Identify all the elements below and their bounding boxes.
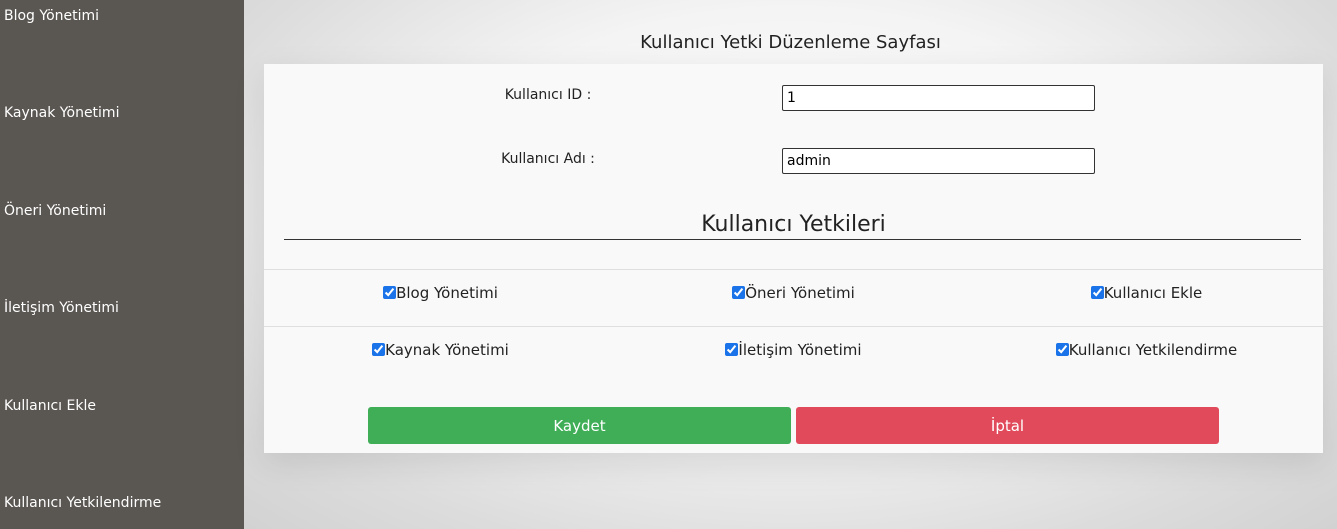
user-name-label: Kullanıcı Adı :	[501, 151, 595, 167]
permission-resource-management[interactable]: Kaynak Yönetimi	[264, 341, 617, 359]
sidebar-item-add-user[interactable]: Kullanıcı Ekle	[4, 398, 96, 414]
permission-label: İletişim Yönetimi	[738, 341, 862, 359]
permission-blog-management-checkbox[interactable]	[383, 286, 397, 299]
permission-label: Kaynak Yönetimi	[385, 341, 509, 359]
sidebar-item-user-authorization[interactable]: Kullanıcı Yetkilendirme	[4, 495, 161, 511]
permission-contact-management[interactable]: İletişim Yönetimi	[617, 341, 970, 359]
permission-add-user[interactable]: Kullanıcı Ekle	[970, 284, 1323, 302]
save-button[interactable]: Kaydet	[368, 407, 791, 444]
permission-label: Öneri Yönetimi	[745, 284, 855, 302]
user-id-input[interactable]	[782, 85, 1095, 111]
heading-divider	[284, 239, 1301, 240]
sidebar-item-resource-management[interactable]: Kaynak Yönetimi	[4, 105, 119, 121]
permission-resource-management-checkbox[interactable]	[372, 343, 386, 356]
user-id-label: Kullanıcı ID :	[504, 87, 592, 103]
permission-form-card: Kullanıcı ID : Kullanıcı Adı : Kullanıcı…	[264, 64, 1323, 453]
row-divider	[264, 269, 1323, 270]
sidebar: Blog Yönetimi Kaynak Yönetimi Öneri Yöne…	[0, 0, 244, 529]
permissions-heading: Kullanıcı Yetkileri	[701, 212, 886, 237]
permission-contact-management-checkbox[interactable]	[725, 343, 739, 356]
cancel-button[interactable]: İptal	[796, 407, 1219, 444]
page-title: Kullanıcı Yetki Düzenleme Sayfası	[640, 32, 941, 53]
permission-suggestion-management-checkbox[interactable]	[732, 286, 746, 299]
sidebar-item-suggestion-management[interactable]: Öneri Yönetimi	[4, 203, 106, 219]
permission-label: Kullanıcı Yetkilendirme	[1068, 341, 1238, 359]
user-name-input[interactable]	[782, 148, 1095, 174]
permission-user-authorization[interactable]: Kullanıcı Yetkilendirme	[970, 341, 1323, 359]
permission-user-authorization-checkbox[interactable]	[1055, 343, 1069, 356]
sidebar-item-contact-management[interactable]: İletişim Yönetimi	[4, 300, 119, 316]
permission-label: Blog Yönetimi	[396, 284, 498, 302]
permission-suggestion-management[interactable]: Öneri Yönetimi	[617, 284, 970, 302]
permission-add-user-checkbox[interactable]	[1090, 286, 1104, 299]
permission-blog-management[interactable]: Blog Yönetimi	[264, 284, 617, 302]
permission-label: Kullanıcı Ekle	[1103, 284, 1203, 302]
sidebar-item-blog-management[interactable]: Blog Yönetimi	[4, 8, 99, 24]
row-divider	[264, 326, 1323, 327]
